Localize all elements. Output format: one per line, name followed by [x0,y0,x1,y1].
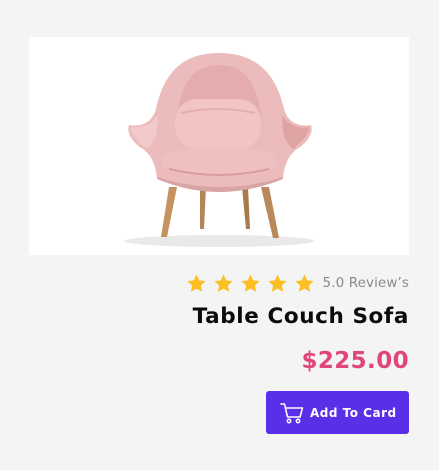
armchair-image [124,53,314,247]
rating-stars [186,273,315,294]
star-icon [187,274,206,292]
add-to-cart-button[interactable]: Add To Card [266,391,409,434]
star-icon [214,274,233,292]
star-icon [268,274,287,292]
add-to-cart-label: Add To Card [310,405,397,420]
review-count[interactable]: 5.0 Review’s [323,275,409,291]
product-image[interactable] [29,37,409,255]
star-icon [295,274,314,292]
product-price: $225.00 [301,348,409,374]
cart-icon [280,402,304,423]
product-rating: 5.0 Review’s [186,272,409,294]
product-title[interactable]: Table Couch Sofa [193,304,409,329]
star-icon [241,274,260,292]
